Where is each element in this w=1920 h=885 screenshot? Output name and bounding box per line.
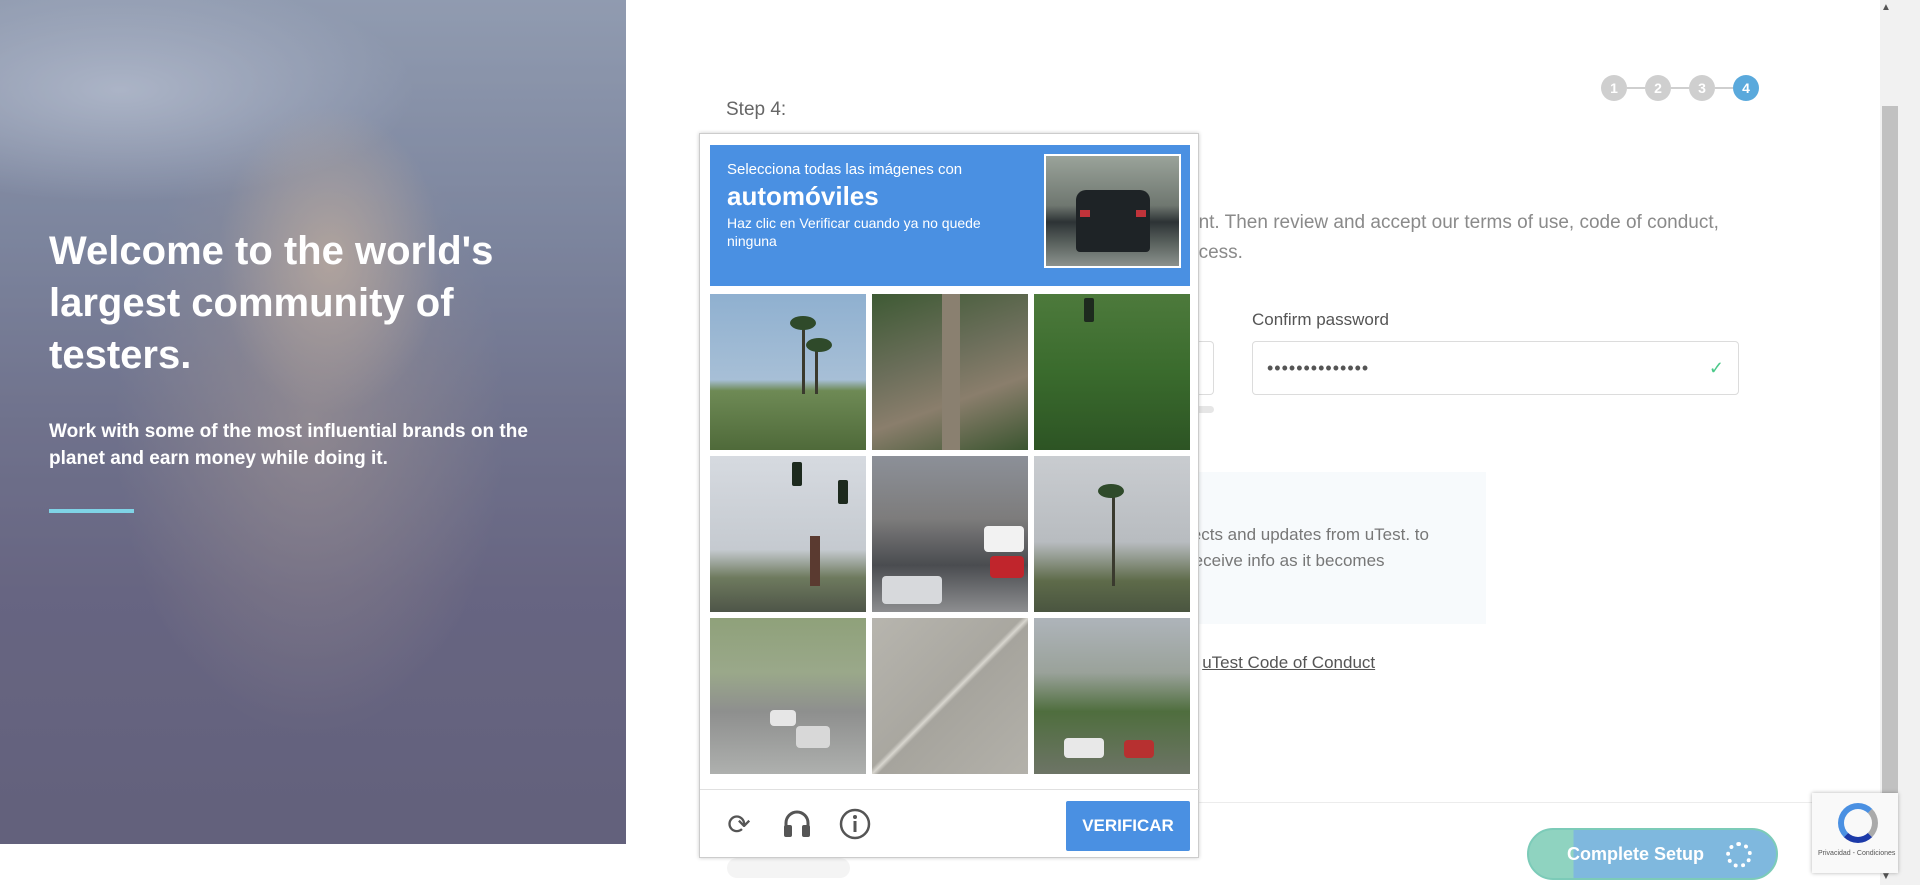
captcha-hint: Haz clic en Verificar cuando ya no quede… — [727, 215, 981, 249]
captcha-tile-5[interactable] — [872, 456, 1028, 612]
step-1: 1 — [1601, 75, 1627, 101]
car-taillight — [1080, 210, 1090, 217]
verify-button[interactable]: VERIFICAR — [1066, 801, 1190, 851]
captcha-footer: ⟳ VERIFICAR — [700, 789, 1200, 859]
confirm-password-value: •••••••••••••• — [1267, 357, 1370, 378]
step-indicator: 1 2 3 4 — [1601, 75, 1759, 101]
back-button[interactable] — [727, 858, 850, 878]
step-3: 3 — [1689, 75, 1715, 101]
loading-spinner-icon — [1726, 842, 1752, 868]
confirm-password-label: Confirm password — [1252, 310, 1389, 329]
step-connector — [1627, 87, 1645, 89]
captcha-tile-6[interactable] — [1034, 456, 1190, 612]
step-connector — [1715, 87, 1733, 89]
hero-subtitle: Work with some of the most influential b… — [49, 421, 528, 469]
recaptcha-logo-icon — [1838, 803, 1878, 843]
captcha-tile-1[interactable] — [710, 294, 866, 450]
reload-icon[interactable]: ⟳ — [722, 807, 756, 841]
captcha-tile-9[interactable] — [1034, 618, 1190, 774]
intro-text: unt. Then review and accept our terms of… — [1188, 212, 1719, 263]
confirm-password-field[interactable]: •••••••••••••• ✓ — [1252, 341, 1739, 395]
captcha-header: Selecciona todas las imágenes con automó… — [710, 145, 1190, 286]
step-label: Step 4: — [726, 99, 787, 120]
hero-panel: Welcome to the world's largest community… — [0, 0, 626, 844]
hero-title: Welcome to the world's largest community… — [49, 229, 494, 377]
scroll-up-icon[interactable]: ▲ — [1881, 2, 1891, 13]
captcha-sample-image — [1044, 154, 1181, 268]
footer-divider — [1150, 802, 1880, 803]
captcha-tile-2[interactable] — [872, 294, 1028, 450]
checkmark-icon: ✓ — [1708, 357, 1724, 378]
step-2: 2 — [1645, 75, 1671, 101]
captcha-tile-4[interactable] — [710, 456, 866, 612]
headphones-icon[interactable] — [780, 807, 814, 841]
recaptcha-badge[interactable]: Privacidad - Condiciones — [1812, 793, 1898, 873]
hero-divider — [49, 509, 134, 513]
scrollbar-thumb[interactable] — [1882, 106, 1898, 870]
complete-setup-label: Complete Setup — [1567, 843, 1705, 864]
captcha-dialog: Selecciona todas las imágenes con automó… — [699, 133, 1200, 859]
complete-setup-button[interactable]: Complete Setup — [1527, 828, 1778, 880]
code-of-conduct-link[interactable]: uTest Code of Conduct — [1202, 653, 1375, 672]
captcha-tile-7[interactable] — [710, 618, 866, 774]
car-shape — [1076, 190, 1150, 252]
recaptcha-terms[interactable]: Privacidad - Condiciones — [1818, 850, 1895, 857]
captcha-tile-3[interactable] — [1034, 294, 1190, 450]
info-icon[interactable] — [838, 807, 872, 841]
newsletter-text: jects and updates from uTest. to receive… — [1188, 525, 1429, 570]
step-connector — [1671, 87, 1689, 89]
captcha-grid — [710, 294, 1190, 774]
captcha-instruction: Selecciona todas las imágenes con — [727, 161, 963, 178]
captcha-keyword: automóviles — [727, 181, 879, 211]
code-of-conduct-row: e uTest Code of Conduct — [1188, 653, 1375, 673]
captcha-tile-8[interactable] — [872, 618, 1028, 774]
car-taillight — [1136, 210, 1146, 217]
step-4: 4 — [1733, 75, 1759, 101]
